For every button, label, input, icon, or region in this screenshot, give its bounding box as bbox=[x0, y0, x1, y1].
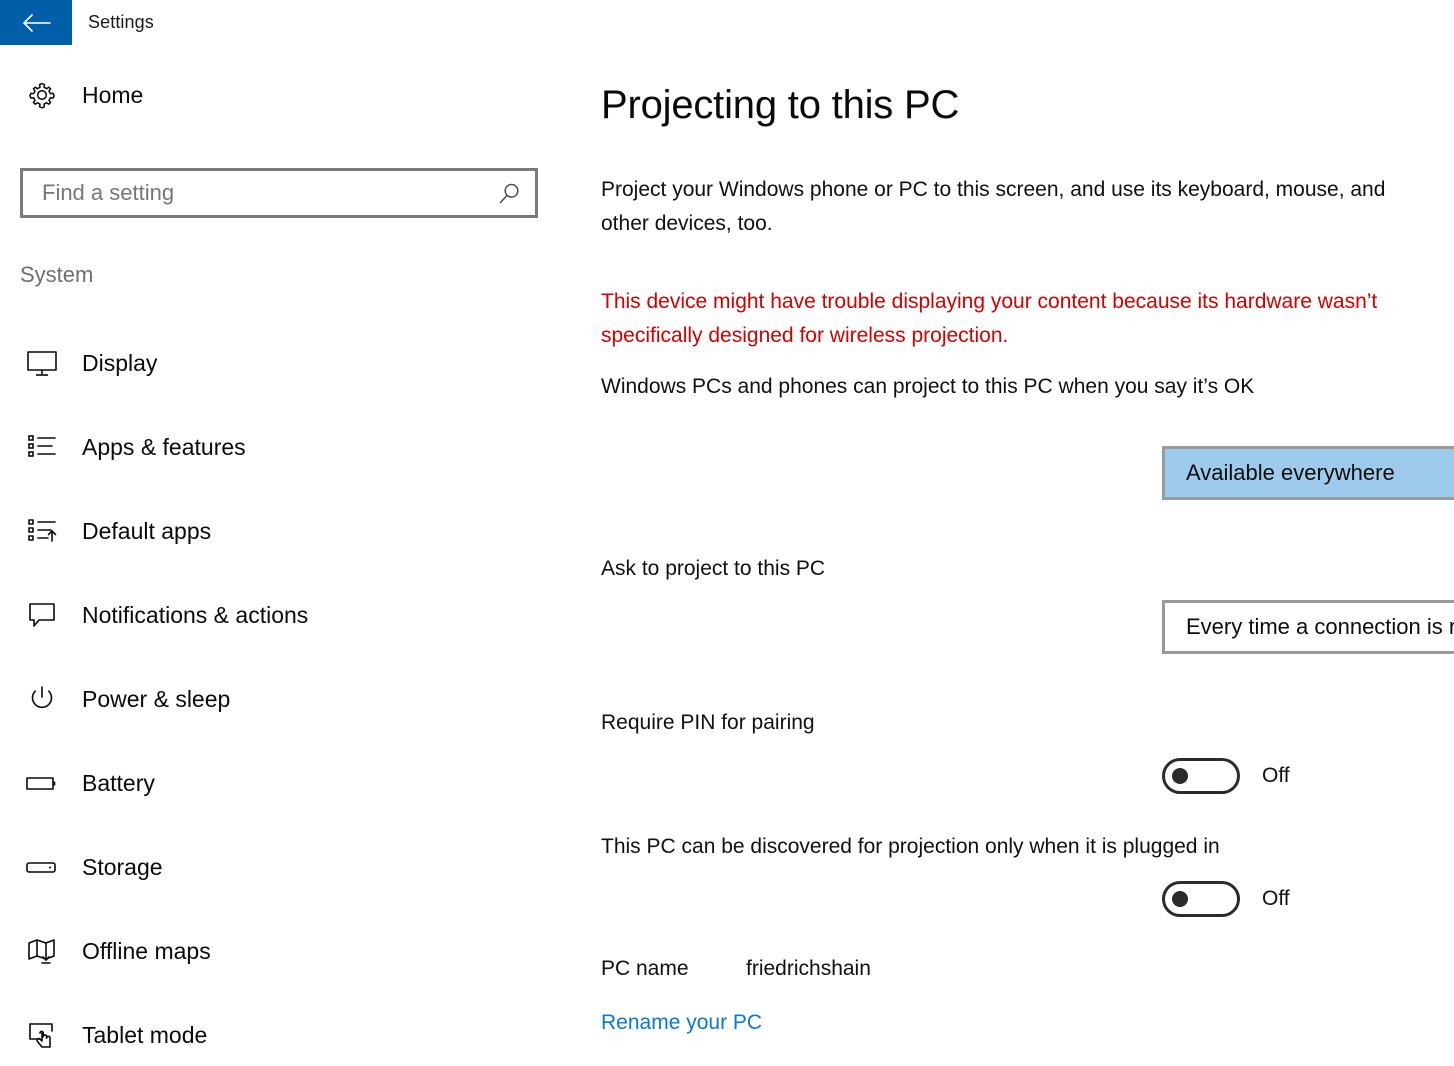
availability-dropdown-value: Available everywhere bbox=[1186, 460, 1395, 485]
sidebar-item-label: Default apps bbox=[82, 517, 212, 544]
app-list-icon bbox=[24, 429, 60, 465]
title-bar: Settings bbox=[0, 0, 1454, 46]
sidebar-item-display[interactable]: Display bbox=[0, 332, 545, 394]
tablet-touch-icon bbox=[24, 1017, 60, 1053]
sidebar-item-label: Storage bbox=[82, 853, 163, 880]
sidebar-item-label: Notifications & actions bbox=[82, 601, 309, 628]
sidebar-item-label: Offline maps bbox=[82, 937, 211, 964]
search-box[interactable] bbox=[20, 168, 538, 218]
availability-dropdown[interactable]: Available everywhere bbox=[1162, 446, 1454, 500]
sidebar-item-offline-maps[interactable]: Offline maps bbox=[0, 920, 545, 982]
sidebar-item-label: Home bbox=[82, 81, 144, 108]
search-input[interactable] bbox=[42, 171, 482, 215]
sidebar-item-tablet-mode[interactable]: Tablet mode bbox=[0, 1004, 545, 1066]
sidebar-item-notifications-and-actions[interactable]: Notifications & actions bbox=[0, 584, 545, 646]
rename-pc-link[interactable]: Rename your PC bbox=[601, 1011, 762, 1035]
require-pin-toggle-row: Off bbox=[1162, 758, 1290, 794]
pc-name-label: PC name bbox=[601, 957, 689, 980]
sidebar: Home System Display bbox=[0, 46, 560, 1062]
sidebar-group-heading: System bbox=[20, 262, 94, 287]
sidebar-item-power-and-sleep[interactable]: Power & sleep bbox=[0, 668, 545, 730]
sidebar-item-storage[interactable]: Storage bbox=[0, 836, 545, 898]
sidebar-item-label: Tablet mode bbox=[82, 1021, 208, 1048]
search-icon[interactable] bbox=[495, 180, 523, 208]
page-title: Projecting to this PC bbox=[601, 83, 960, 127]
main-content: Projecting to this PC Project your Windo… bbox=[560, 46, 1454, 1062]
back-button[interactable] bbox=[0, 0, 72, 45]
ask-to-project-label: Ask to project to this PC bbox=[601, 557, 826, 580]
toggle-knob bbox=[1172, 768, 1188, 784]
intro-description: Project your Windows phone or PC to this… bbox=[601, 178, 1386, 235]
sidebar-item-label: Apps & features bbox=[82, 433, 246, 460]
sidebar-item-label: Power & sleep bbox=[82, 685, 231, 712]
consent-label: Windows PCs and phones can project to th… bbox=[601, 375, 1255, 398]
plugged-in-discovery-toggle[interactable] bbox=[1162, 881, 1240, 917]
sidebar-item-label: Display bbox=[82, 349, 158, 376]
app-title: Settings bbox=[88, 12, 154, 32]
plugged-in-discovery-label: This PC can be discovered for projection… bbox=[601, 835, 1220, 858]
power-icon bbox=[24, 681, 60, 717]
storage-icon bbox=[24, 849, 60, 885]
ask-to-project-dropdown[interactable]: Every time a connection is requested bbox=[1162, 600, 1454, 654]
require-pin-label: Require PIN for pairing bbox=[601, 711, 815, 734]
pc-name-value: friedrichshain bbox=[746, 957, 871, 980]
gear-icon bbox=[24, 77, 60, 113]
plugged-in-toggle-state: Off bbox=[1262, 887, 1290, 910]
sidebar-item-battery[interactable]: Battery bbox=[0, 752, 545, 814]
hardware-warning-text: This device might have trouble displayin… bbox=[601, 290, 1378, 347]
sidebar-item-apps-and-features[interactable]: Apps & features bbox=[0, 416, 545, 478]
monitor-icon bbox=[24, 345, 60, 381]
ask-to-project-dropdown-value: Every time a connection is requested bbox=[1186, 614, 1454, 639]
map-download-icon bbox=[24, 933, 60, 969]
default-apps-icon bbox=[24, 513, 60, 549]
require-pin-toggle[interactable] bbox=[1162, 758, 1240, 794]
sidebar-item-home[interactable]: Home bbox=[0, 64, 545, 126]
plugged-in-toggle-row: Off bbox=[1162, 881, 1290, 917]
toggle-knob bbox=[1172, 891, 1188, 907]
sidebar-item-default-apps[interactable]: Default apps bbox=[0, 500, 545, 562]
back-arrow-icon bbox=[21, 12, 51, 34]
battery-icon bbox=[24, 765, 60, 801]
sidebar-item-label: Battery bbox=[82, 769, 155, 796]
speech-bubble-icon bbox=[24, 597, 60, 633]
require-pin-toggle-state: Off bbox=[1262, 764, 1290, 787]
